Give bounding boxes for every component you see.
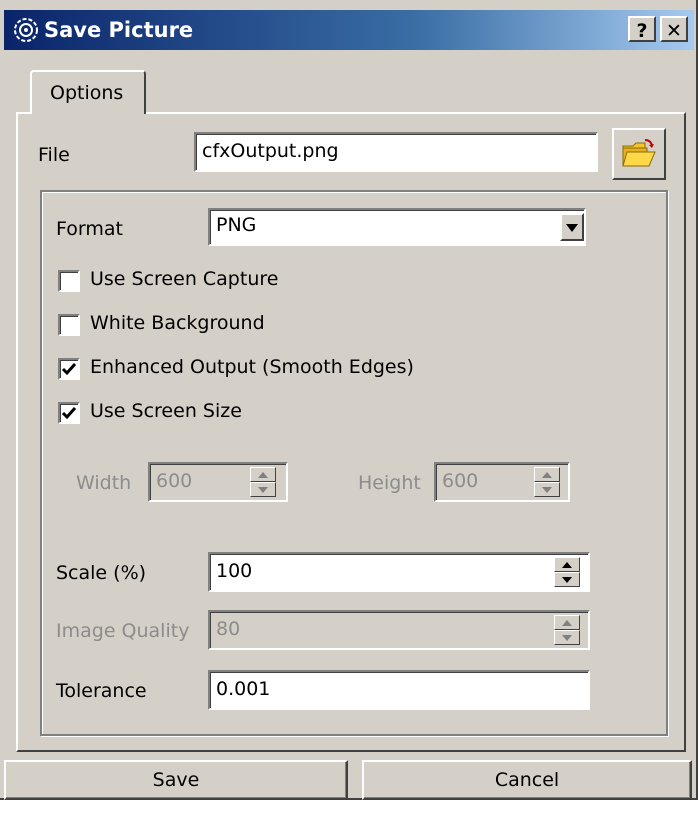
white-background-label: White Background: [90, 312, 265, 334]
cancel-button[interactable]: Cancel: [362, 760, 692, 800]
scale-spinner[interactable]: [554, 557, 580, 587]
save-button[interactable]: Save: [4, 760, 348, 800]
spin-up-icon: [542, 472, 552, 478]
use-screen-capture-checkbox[interactable]: [58, 270, 80, 292]
checkmark-icon: [61, 363, 77, 376]
scale-value: 100: [216, 560, 253, 582]
close-button[interactable]: ✕: [660, 16, 688, 42]
format-dropdown-button[interactable]: [560, 213, 584, 241]
enhanced-output-checkbox[interactable]: [58, 358, 80, 380]
spin-up-icon: [562, 620, 572, 626]
save-picture-dialog: Save Picture ? ✕ Options File cfxOutput.…: [0, 0, 698, 800]
use-screen-size-label: Use Screen Size: [90, 400, 242, 422]
image-quality-value: 80: [216, 618, 241, 640]
open-folder-icon: [622, 139, 656, 167]
format-select[interactable]: PNG: [208, 208, 586, 246]
tab-options[interactable]: Options: [30, 70, 146, 114]
height-spinner[interactable]: [534, 467, 560, 497]
scale-input[interactable]: 100: [208, 552, 590, 592]
file-input[interactable]: cfxOutput.png: [194, 132, 598, 172]
app-gear-icon: [14, 18, 38, 42]
white-background-checkbox[interactable]: [58, 314, 80, 336]
image-quality-input[interactable]: 80: [208, 610, 590, 650]
spin-down-icon: [562, 577, 572, 583]
chevron-down-icon: [566, 224, 578, 232]
spin-down-icon: [542, 487, 552, 493]
format-value: PNG: [216, 214, 257, 236]
spin-down-icon: [258, 487, 268, 493]
browse-button[interactable]: [612, 128, 666, 180]
scale-label: Scale (%): [56, 562, 147, 584]
window-title: Save Picture: [44, 18, 194, 42]
checkmark-icon: [61, 407, 77, 420]
enhanced-output-label: Enhanced Output (Smooth Edges): [90, 356, 414, 378]
width-label: Width: [76, 472, 132, 494]
tab-options-label: Options: [50, 82, 124, 104]
image-quality-spinner[interactable]: [554, 615, 580, 645]
use-screen-size-checkbox[interactable]: [58, 402, 80, 424]
height-label: Height: [358, 472, 421, 494]
title-bar[interactable]: Save Picture ? ✕: [4, 10, 694, 50]
file-label: File: [38, 144, 70, 166]
width-spinner[interactable]: [250, 467, 276, 497]
spin-down-icon: [562, 635, 572, 641]
tolerance-input[interactable]: 0.001: [208, 670, 590, 710]
format-label: Format: [56, 218, 123, 240]
tolerance-label: Tolerance: [56, 680, 147, 702]
use-screen-capture-label: Use Screen Capture: [90, 268, 279, 290]
spin-up-icon: [258, 472, 268, 478]
width-value: 600: [156, 470, 193, 492]
spin-up-icon: [562, 562, 572, 568]
image-quality-label: Image Quality: [56, 620, 190, 642]
height-value: 600: [442, 470, 479, 492]
help-button[interactable]: ?: [628, 16, 656, 42]
